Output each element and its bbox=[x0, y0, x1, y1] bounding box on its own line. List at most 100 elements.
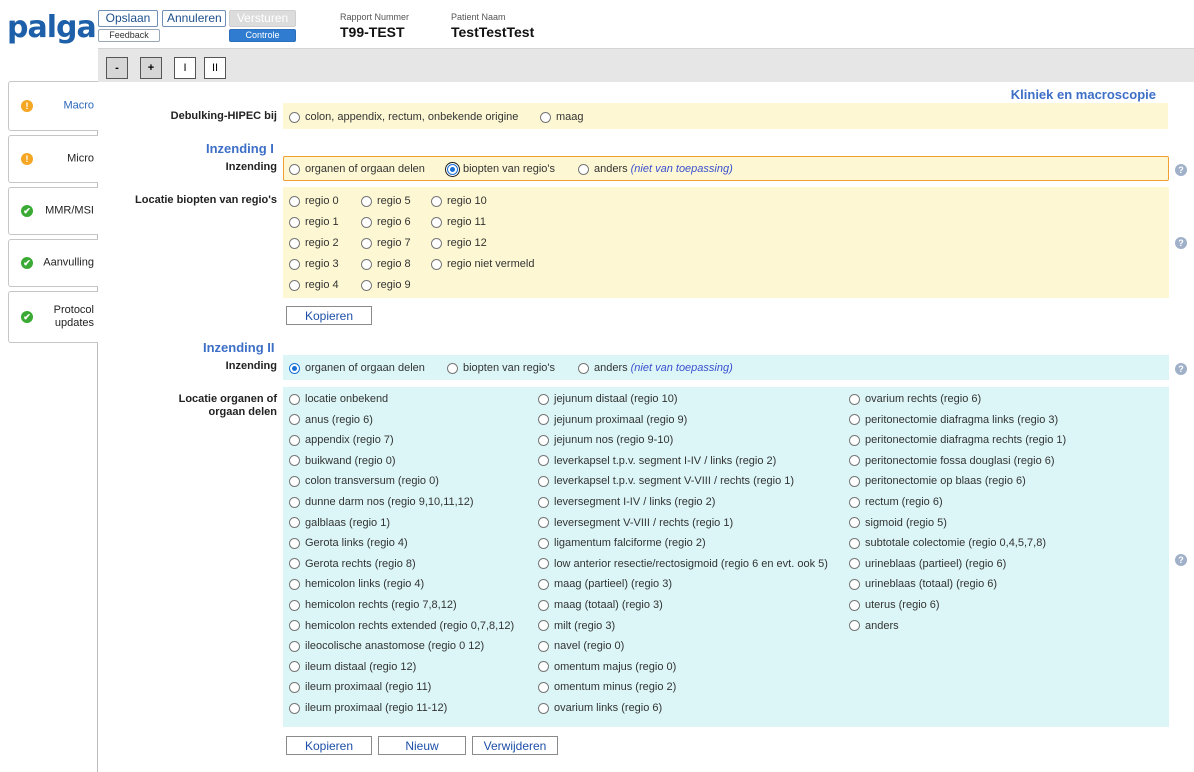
radio-button[interactable] bbox=[361, 237, 372, 249]
organ-option[interactable]: hemicolon links (regio 4) bbox=[289, 577, 424, 591]
organ-option[interactable]: peritonectomie diafragma links (regio 3) bbox=[849, 413, 1058, 427]
region-option[interactable]: regio 6 bbox=[361, 215, 411, 229]
organ-option[interactable]: appendix (regio 7) bbox=[289, 433, 394, 447]
organ-option[interactable]: ileocolische anastomose (regio 0 12) bbox=[289, 639, 484, 653]
organ-option[interactable]: low anterior resectie/rectosigmoid (regi… bbox=[538, 557, 828, 571]
region-option[interactable]: regio 4 bbox=[289, 278, 339, 292]
inzending-1-option-anders[interactable]: anders (niet van toepassing) bbox=[578, 162, 733, 176]
radio-button[interactable] bbox=[289, 537, 300, 549]
inzending-1-option-organen[interactable]: organen of orgaan delen bbox=[289, 162, 425, 176]
organ-option[interactable]: Gerota links (regio 4) bbox=[289, 536, 408, 550]
radio-button[interactable] bbox=[361, 216, 372, 228]
radio-button[interactable] bbox=[538, 558, 549, 570]
radio-button[interactable] bbox=[289, 496, 300, 508]
organ-option[interactable]: galblaas (regio 1) bbox=[289, 516, 390, 530]
help-icon[interactable]: ? bbox=[1175, 164, 1187, 176]
radio-button[interactable] bbox=[289, 640, 300, 652]
radio-button[interactable] bbox=[849, 517, 860, 529]
radio-button[interactable] bbox=[538, 434, 549, 446]
radio-button[interactable] bbox=[538, 681, 549, 693]
radio-button[interactable] bbox=[538, 620, 549, 632]
organ-option[interactable]: ovarium links (regio 6) bbox=[538, 701, 662, 715]
radio-button[interactable] bbox=[538, 475, 549, 487]
organ-option[interactable]: Gerota rechts (regio 8) bbox=[289, 557, 416, 571]
organ-option[interactable]: leversegment I-IV / links (regio 2) bbox=[538, 495, 715, 509]
radio-button[interactable] bbox=[578, 163, 589, 175]
region-option[interactable]: regio 12 bbox=[431, 236, 487, 250]
radio-button[interactable] bbox=[289, 434, 300, 446]
organ-option[interactable]: ligamentum falciforme (regio 2) bbox=[538, 536, 706, 550]
collapse-button[interactable]: - bbox=[106, 57, 128, 79]
radio-button[interactable] bbox=[289, 111, 300, 123]
radio-button[interactable] bbox=[431, 216, 442, 228]
inzending-2-option-biopten[interactable]: biopten van regio's bbox=[447, 361, 555, 375]
organ-option[interactable]: hemicolon rechts extended (regio 0,7,8,1… bbox=[289, 619, 514, 633]
radio-button[interactable] bbox=[289, 620, 300, 632]
inzending-2-option-anders[interactable]: anders (niet van toepassing) bbox=[578, 361, 733, 375]
radio-button-selected[interactable] bbox=[289, 362, 300, 374]
radio-button[interactable] bbox=[538, 496, 549, 508]
inzending-1-option-biopten[interactable]: biopten van regio's bbox=[447, 162, 555, 176]
region-option[interactable]: regio 9 bbox=[361, 278, 411, 292]
region-option[interactable]: regio 1 bbox=[289, 215, 339, 229]
sidebar-tab-micro[interactable]: ! Micro bbox=[8, 135, 98, 183]
radio-button[interactable] bbox=[289, 475, 300, 487]
radio-button[interactable] bbox=[538, 599, 549, 611]
radio-button[interactable] bbox=[289, 558, 300, 570]
organ-option[interactable]: peritonectomie diafragma rechts (regio 1… bbox=[849, 433, 1066, 447]
organ-option[interactable]: ileum proximaal (regio 11-12) bbox=[289, 701, 447, 715]
radio-button[interactable] bbox=[361, 195, 372, 207]
organ-option[interactable]: navel (regio 0) bbox=[538, 639, 624, 653]
organ-option[interactable]: peritonectomie op blaas (regio 6) bbox=[849, 474, 1026, 488]
sidebar-tab-aanvulling[interactable]: ✔ Aanvulling bbox=[8, 239, 98, 287]
radio-button[interactable] bbox=[289, 163, 300, 175]
radio-button[interactable] bbox=[289, 393, 300, 405]
radio-button[interactable] bbox=[289, 517, 300, 529]
region-option[interactable]: regio 5 bbox=[361, 194, 411, 208]
radio-button[interactable] bbox=[849, 578, 860, 590]
region-option[interactable]: regio 8 bbox=[361, 257, 411, 271]
region-option[interactable]: regio 2 bbox=[289, 236, 339, 250]
sidebar-tab-mmr-msi[interactable]: ✔ MMR/MSI bbox=[8, 187, 98, 235]
radio-button[interactable] bbox=[849, 475, 860, 487]
radio-button[interactable] bbox=[538, 578, 549, 590]
organ-option[interactable]: locatie onbekend bbox=[289, 392, 388, 406]
organ-option[interactable]: sigmoid (regio 5) bbox=[849, 516, 947, 530]
region-option[interactable]: regio niet vermeld bbox=[431, 257, 534, 271]
debulking-option-colon[interactable]: colon, appendix, rectum, onbekende origi… bbox=[289, 110, 518, 124]
organ-option[interactable]: hemicolon rechts (regio 7,8,12) bbox=[289, 598, 457, 612]
radio-button[interactable] bbox=[289, 578, 300, 590]
radio-button[interactable] bbox=[447, 362, 458, 374]
organ-option[interactable]: omentum majus (regio 0) bbox=[538, 660, 676, 674]
radio-button-selected[interactable] bbox=[447, 163, 458, 175]
organ-option[interactable]: leverkapsel t.p.v. segment I-IV / links … bbox=[538, 454, 776, 468]
organ-option[interactable]: maag (totaal) (regio 3) bbox=[538, 598, 663, 612]
organ-option[interactable]: urineblaas (partieel) (regio 6) bbox=[849, 557, 1006, 571]
radio-button[interactable] bbox=[849, 537, 860, 549]
radio-button[interactable] bbox=[289, 599, 300, 611]
radio-button[interactable] bbox=[849, 558, 860, 570]
region-option[interactable]: regio 11 bbox=[431, 215, 486, 229]
organ-option[interactable]: dunne darm nos (regio 9,10,11,12) bbox=[289, 495, 474, 509]
help-icon[interactable]: ? bbox=[1175, 237, 1187, 249]
expand-button[interactable]: + bbox=[140, 57, 162, 79]
radio-button[interactable] bbox=[538, 661, 549, 673]
organ-option[interactable]: ileum distaal (regio 12) bbox=[289, 660, 416, 674]
send-button[interactable]: Versturen bbox=[229, 10, 296, 27]
radio-button[interactable] bbox=[289, 195, 300, 207]
organ-option[interactable]: ovarium rechts (regio 6) bbox=[849, 392, 981, 406]
organ-option[interactable]: rectum (regio 6) bbox=[849, 495, 943, 509]
radio-button[interactable] bbox=[289, 279, 300, 291]
radio-button[interactable] bbox=[849, 393, 860, 405]
region-option[interactable]: regio 7 bbox=[361, 236, 411, 250]
radio-button[interactable] bbox=[538, 517, 549, 529]
cancel-button[interactable]: Annuleren bbox=[162, 10, 226, 27]
organ-option[interactable]: maag (partieel) (regio 3) bbox=[538, 577, 672, 591]
organ-option[interactable]: anders bbox=[849, 619, 899, 633]
organ-option[interactable]: subtotale colectomie (regio 0,4,5,7,8) bbox=[849, 536, 1046, 550]
organ-option[interactable]: milt (regio 3) bbox=[538, 619, 615, 633]
radio-button[interactable] bbox=[289, 216, 300, 228]
debulking-option-maag[interactable]: maag bbox=[540, 110, 584, 124]
inzending-2-option-organen[interactable]: organen of orgaan delen bbox=[289, 361, 425, 375]
organ-option[interactable]: leverkapsel t.p.v. segment V-VIII / rech… bbox=[538, 474, 794, 488]
